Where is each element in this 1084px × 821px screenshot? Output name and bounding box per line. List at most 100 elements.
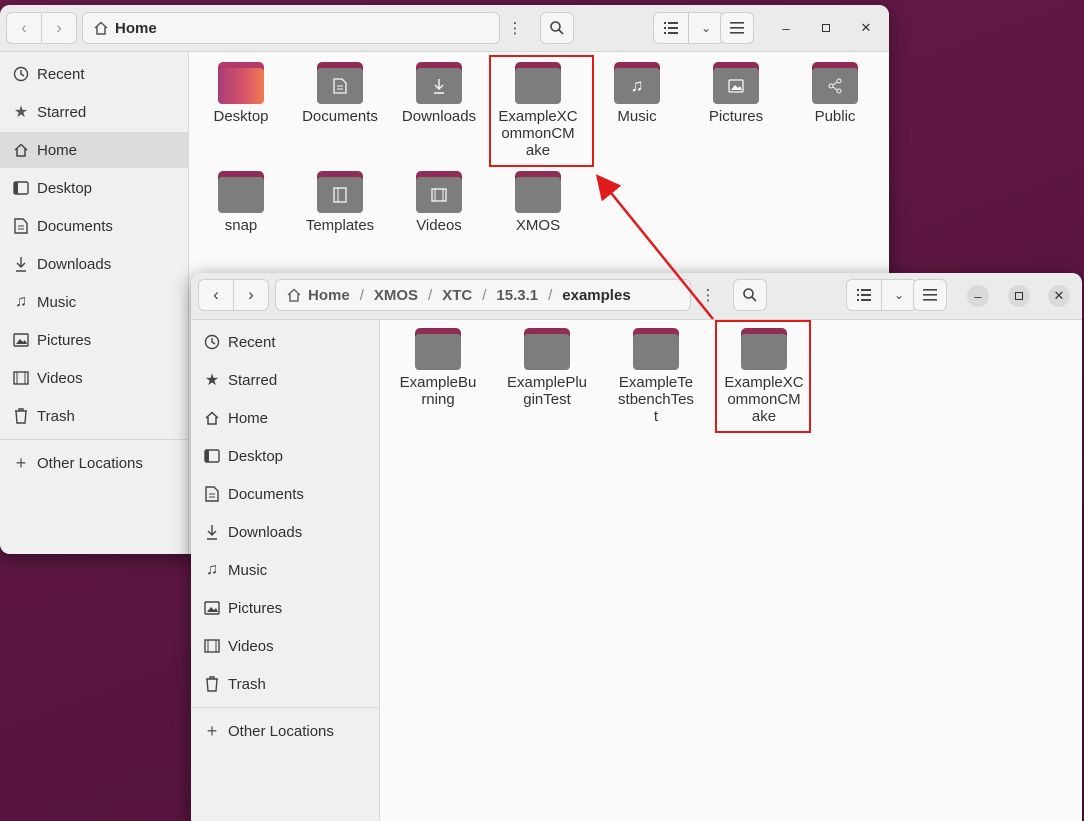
desktop-icon [203,447,221,465]
path-segment-examples[interactable]: examples [562,287,630,304]
sidebar-item-downloads[interactable]: Downloads [0,246,188,282]
sidebar-divider [191,707,379,708]
maximize-icon [1015,292,1023,300]
sidebar-item-label: Pictures [37,331,92,349]
sidebar-item-music[interactable]: ♫ Music [0,284,188,320]
sidebar-item-starred[interactable]: ★ Starred [0,94,188,130]
header-bar: ‹ › Home ⋮ ⌄ – ✕ [0,5,889,52]
trash-icon [12,407,30,425]
plus-icon: + [15,452,27,473]
sidebar-divider [0,439,188,440]
sidebar-item-documents[interactable]: Documents [191,476,379,512]
hamburger-icon [730,22,744,34]
sidebar-item-home[interactable]: Home [191,400,379,436]
sidebar-item-label: Other Locations [37,454,143,472]
path-segment-home[interactable]: Home [308,287,350,304]
sidebar-item-label: Desktop [37,179,93,197]
sidebar-item-documents[interactable]: Documents [0,208,188,244]
close-button[interactable]: ✕ [1048,285,1070,307]
sidebar-item-label: Videos [228,637,274,655]
sidebar-item-label: Recent [228,333,276,351]
documents-folder-icon [317,62,363,104]
sidebar-item-pictures[interactable]: Pictures [0,322,188,358]
sidebar-item-other-locations[interactable]: + Other Locations [191,713,379,749]
folder-exampleplugintest[interactable]: ExamplePlu ginTest [501,328,593,408]
sidebar-item-desktop[interactable]: Desktop [0,170,188,206]
folder-public[interactable]: Public [789,62,881,125]
sidebar-item-label: Home [228,409,269,427]
view-options-button[interactable]: ⌄ [881,280,916,310]
home-icon [203,409,221,427]
close-icon: ✕ [1053,288,1065,303]
minimize-icon: – [782,20,790,36]
forward-button[interactable]: › [233,280,268,310]
sidebar-item-videos[interactable]: Videos [0,360,188,396]
path-separator: / [548,286,553,304]
sidebar-item-videos[interactable]: Videos [191,628,379,664]
folder-music[interactable]: ♫ Music [591,62,683,125]
path-segment-xtc[interactable]: XTC [442,287,472,304]
folder-xmos[interactable]: XMOS [492,171,584,234]
sidebar-item-music[interactable]: ♫ Music [191,552,379,588]
list-view-button[interactable] [654,13,688,43]
clock-icon [203,333,221,351]
back-button[interactable]: ‹ [199,280,233,310]
folder-exampletestbenchtest[interactable]: ExampleTe stbenchTes t [610,328,702,425]
sidebar-item-trash[interactable]: Trash [191,666,379,702]
document-icon [12,217,30,235]
sidebar-item-label: Trash [228,675,266,693]
search-icon [550,21,564,35]
chevron-down-icon: ⌄ [700,21,712,35]
home-icon [12,141,30,159]
sidebar-item-starred[interactable]: ★ Starred [191,362,379,398]
sidebar-item-label: Desktop [228,447,284,465]
list-view-button[interactable] [847,280,881,310]
sidebar-item-other-locations[interactable]: + Other Locations [0,445,188,481]
main-menu-button[interactable] [720,12,754,44]
view-toggle: ⌄ [846,279,917,311]
sidebar-item-downloads[interactable]: Downloads [191,514,379,550]
sidebar-item-trash[interactable]: Trash [0,398,188,434]
path-menu-button[interactable]: ⋮ [500,12,530,44]
minimize-button[interactable]: – [967,285,989,307]
back-button[interactable]: ‹ [7,13,41,43]
path-segment-version[interactable]: 15.3.1 [496,287,538,304]
folder-snap[interactable]: snap [195,171,287,234]
folder-documents[interactable]: Documents [294,62,386,125]
folder-templates[interactable]: Templates [294,171,386,234]
sidebar-item-home[interactable]: Home [0,132,188,168]
highlight-box-examples-examplexcommoncmake [715,320,811,433]
sidebar-item-recent[interactable]: Recent [191,324,379,360]
files-window-examples: ‹ › Home / XMOS / XTC / 15.3.1 / example… [191,273,1082,821]
path-bar[interactable]: Home [82,12,500,44]
folder-videos[interactable]: Videos [393,171,485,234]
path-segment-xmos[interactable]: XMOS [374,287,418,304]
maximize-button[interactable] [815,17,837,39]
main-menu-button[interactable] [913,279,947,311]
sidebar-item-label: Starred [228,371,278,389]
hamburger-icon [923,289,937,301]
view-options-button[interactable]: ⌄ [688,13,723,43]
path-bar[interactable]: Home / XMOS / XTC / 15.3.1 / examples [275,279,691,311]
path-segment-home[interactable]: Home [115,20,157,37]
path-menu-button[interactable]: ⋮ [693,279,723,311]
search-button[interactable] [540,12,574,44]
film-icon [203,637,221,655]
view-toggle: ⌄ [653,12,724,44]
sidebar-item-recent[interactable]: Recent [0,56,188,92]
sidebar-item-pictures[interactable]: Pictures [191,590,379,626]
folder-desktop[interactable]: Desktop [195,62,287,125]
search-button[interactable] [733,279,767,311]
sidebar-item-desktop[interactable]: Desktop [191,438,379,474]
star-icon: ★ [13,104,29,121]
forward-button[interactable]: › [41,13,76,43]
folder-downloads[interactable]: Downloads [393,62,485,125]
close-button[interactable]: ✕ [855,17,877,39]
sidebar-item-label: Trash [37,407,75,425]
minimize-icon: – [974,288,982,304]
minimize-button[interactable]: – [775,17,797,39]
maximize-button[interactable] [1008,285,1030,307]
desktop-icon [12,179,30,197]
folder-exampleburning[interactable]: ExampleBu rning [392,328,484,408]
folder-pictures[interactable]: Pictures [690,62,782,125]
